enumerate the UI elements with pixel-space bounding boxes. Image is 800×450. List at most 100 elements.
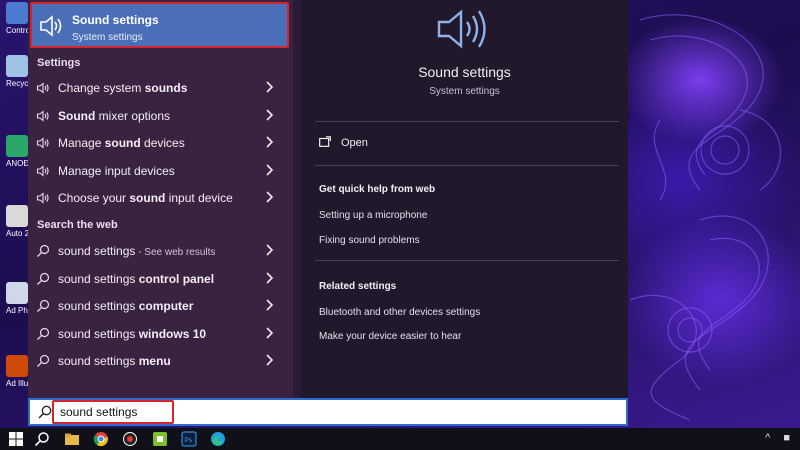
chevron-right-icon xyxy=(266,354,274,366)
search-icon xyxy=(37,272,50,285)
web-result-item[interactable]: sound settings menu xyxy=(28,348,291,374)
system-tray[interactable]: ^ ■ xyxy=(765,432,790,444)
related-settings-header: Related settings xyxy=(319,281,397,292)
result-text-bold: computer xyxy=(138,299,194,314)
chevron-right-icon xyxy=(266,244,274,256)
web-result-item[interactable]: sound settings computer xyxy=(28,293,291,319)
tray-chevron-icon[interactable]: ^ xyxy=(765,432,770,444)
desktop-icon-label: Auto 2022 xyxy=(6,229,30,238)
desktop-icon-photoshop[interactable]: Ad Photo xyxy=(0,282,30,315)
desktop-icon-label: Contro xyxy=(6,26,30,35)
speaker-icon xyxy=(36,137,49,149)
search-input[interactable] xyxy=(60,403,170,421)
result-text-bold: sounds xyxy=(144,81,188,95)
speaker-icon xyxy=(36,82,49,94)
result-label: sound settings computer xyxy=(58,299,193,313)
chevron-right-icon xyxy=(266,81,274,93)
result-text-bold: sound xyxy=(129,191,166,206)
network-icon[interactable]: ■ xyxy=(783,432,790,444)
chevron-right-icon xyxy=(266,109,274,121)
desktop-icon-control-panel[interactable]: Contro xyxy=(0,2,30,35)
preview-subtitle: System settings xyxy=(429,86,500,97)
settings-result-item[interactable]: Manage sound devices xyxy=(28,130,291,156)
search-icon xyxy=(37,244,50,257)
search-results-panel: Sound settings System settings Settings … xyxy=(28,0,628,398)
result-text-bold: control panel xyxy=(138,271,215,286)
desktop-icon-app[interactable]: ANOÐ Ver7.0 xyxy=(0,135,30,168)
desktop-icon-recycle-bin[interactable]: Recyc xyxy=(0,55,30,88)
divider xyxy=(315,165,619,166)
result-text-post: mixer options xyxy=(95,108,171,123)
app-icon xyxy=(6,135,28,157)
settings-result-item[interactable]: Change system sounds xyxy=(28,75,291,101)
result-label: sound settings menu xyxy=(58,354,171,368)
speaker-icon xyxy=(36,192,49,205)
search-icon xyxy=(37,355,50,368)
settings-section-header: Settings xyxy=(37,57,81,69)
search-icon xyxy=(38,405,52,419)
file-explorer-icon[interactable] xyxy=(64,431,80,447)
photoshop-icon xyxy=(6,282,28,304)
chevron-right-icon xyxy=(266,299,274,311)
result-label: sound settings control panel xyxy=(58,272,214,286)
photoshop-icon[interactable]: Ps xyxy=(181,431,197,447)
preview-title: Sound settings xyxy=(418,64,511,80)
result-text-pre: sound settings xyxy=(58,354,139,369)
app-icon[interactable] xyxy=(122,431,138,447)
result-label: Choose your sound input device xyxy=(58,191,233,205)
control-panel-icon xyxy=(6,2,28,24)
result-text-post: devices xyxy=(140,136,185,151)
illustrator-icon xyxy=(6,355,28,377)
result-text-bold: sound xyxy=(104,136,141,151)
result-text-pre: sound settings xyxy=(58,271,139,286)
result-label: Manage input devices xyxy=(58,164,175,178)
best-match-sound-settings[interactable]: Sound settings System settings xyxy=(30,2,289,48)
speaker-icon xyxy=(40,15,62,37)
camtasia-icon[interactable] xyxy=(152,431,168,447)
results-list-pane: Sound settings System settings Settings … xyxy=(28,0,293,398)
chevron-right-icon xyxy=(266,272,274,284)
start-icon[interactable] xyxy=(8,431,24,447)
web-result-item[interactable]: sound settings - See web results xyxy=(28,238,291,264)
result-text-pre: Manage input devices xyxy=(58,163,175,178)
quick-help-link-sound-problems[interactable]: Fixing sound problems xyxy=(319,235,420,246)
speaker-icon xyxy=(36,109,49,122)
search-icon[interactable] xyxy=(34,431,50,447)
result-text-post: input device xyxy=(165,191,233,206)
result-label: sound settings windows 10 xyxy=(58,327,206,341)
settings-result-item[interactable]: Manage input devices xyxy=(28,158,291,184)
open-action[interactable]: Open xyxy=(319,134,519,154)
result-text-bold: menu xyxy=(138,354,171,369)
search-icon xyxy=(37,300,50,313)
result-text-bold: windows 10 xyxy=(138,326,207,341)
settings-result-item[interactable]: Choose your sound input device xyxy=(28,185,291,211)
search-bar[interactable] xyxy=(28,398,628,426)
preview-pane: Sound settings System settings Open Get … xyxy=(301,0,628,398)
speaker-icon xyxy=(437,9,486,49)
settings-result-item[interactable]: Sound mixer options xyxy=(28,103,291,129)
result-text-pre: sound settings xyxy=(58,244,136,258)
chrome-icon[interactable] xyxy=(93,431,109,447)
edge-icon[interactable] xyxy=(210,431,226,447)
desktop-icon-autocad[interactable]: Auto 2022 xyxy=(0,205,30,238)
speaker-icon xyxy=(36,165,49,177)
search-icon xyxy=(37,327,50,340)
web-section-header: Search the web xyxy=(37,219,118,231)
result-text-pre: sound settings xyxy=(58,326,139,341)
quick-help-link-microphone[interactable]: Setting up a microphone xyxy=(319,210,427,221)
svg-text:Ps: Ps xyxy=(185,437,193,444)
result-label: Sound mixer options xyxy=(58,109,170,123)
web-result-item[interactable]: sound settings windows 10 xyxy=(28,321,291,347)
desktop-icon-illustrator[interactable]: Ad Illustr xyxy=(0,355,30,388)
best-match-subtitle: System settings xyxy=(72,32,143,43)
related-link-hearing[interactable]: Make your device easier to hear xyxy=(319,331,461,342)
result-text-pre: sound settings xyxy=(58,299,139,314)
result-text-bold: Sound xyxy=(58,108,96,123)
desktop-icon-label: Recyc xyxy=(6,79,29,88)
web-result-item[interactable]: sound settings control panel xyxy=(28,266,291,292)
result-text-hint: - See web results xyxy=(135,247,216,258)
open-label: Open xyxy=(341,137,368,149)
quick-help-header: Get quick help from web xyxy=(319,184,436,195)
related-link-bluetooth[interactable]: Bluetooth and other devices settings xyxy=(319,307,480,318)
result-text-pre: Choose your xyxy=(58,191,130,206)
